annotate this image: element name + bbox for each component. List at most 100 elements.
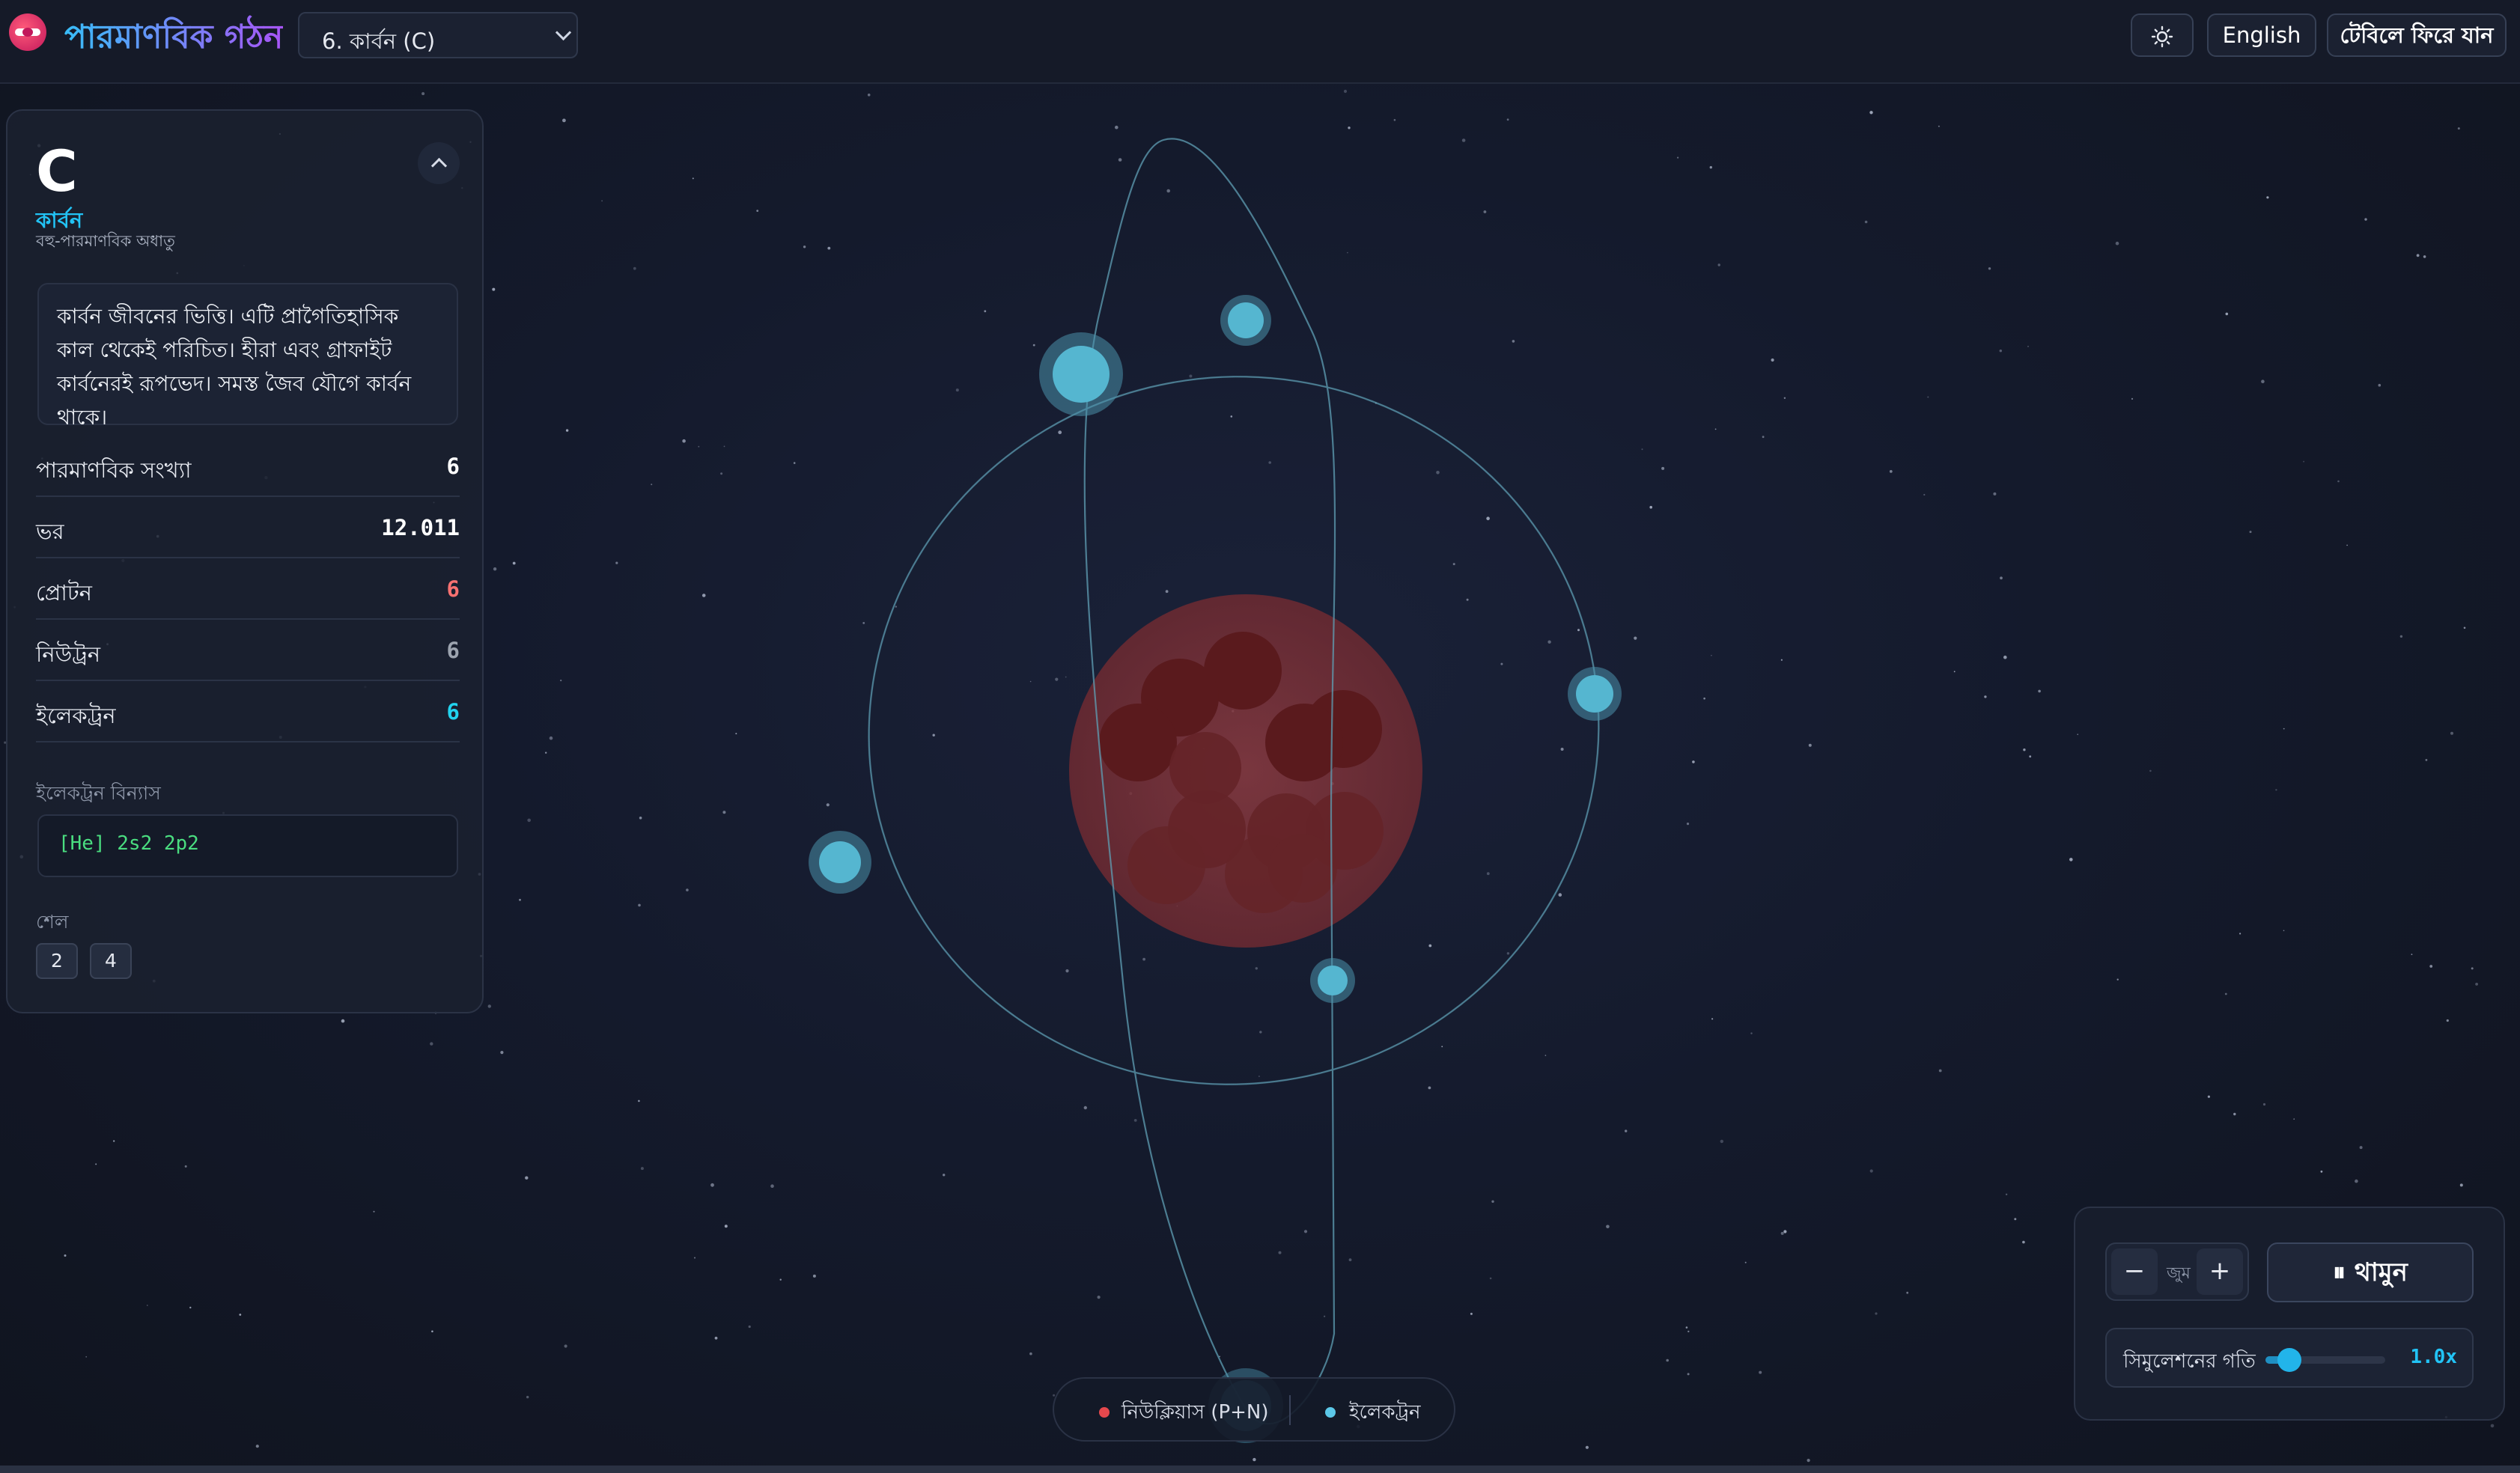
star bbox=[2457, 127, 2460, 130]
star bbox=[1687, 1373, 1690, 1376]
back-to-table-button[interactable]: টেবিলে ফিরে যান bbox=[2327, 13, 2507, 57]
star bbox=[1889, 470, 1893, 473]
star bbox=[2283, 728, 2285, 730]
star bbox=[64, 1254, 67, 1257]
star bbox=[638, 1100, 640, 1103]
electron-config-value: [He] 2s2 2p2 bbox=[37, 814, 458, 877]
zoom-label: জুম bbox=[2167, 1264, 2191, 1283]
electron-config-label: ইলেকট্রন বিন্যাস bbox=[36, 782, 161, 804]
star bbox=[565, 429, 569, 432]
star bbox=[1512, 340, 1515, 343]
star bbox=[1142, 957, 1145, 961]
property-row-atomic-number: পারমাণবিক সংখ্যা 6 bbox=[36, 437, 460, 497]
zoom-in-button[interactable]: + bbox=[2197, 1248, 2243, 1295]
element-category: বহু-পারমাণবিক অধাতু bbox=[36, 232, 175, 250]
star bbox=[2225, 312, 2229, 316]
property-value: 6 bbox=[446, 454, 460, 479]
property-row-electrons: ইলেকট্রন 6 bbox=[36, 683, 460, 742]
star bbox=[1097, 1296, 1101, 1299]
star bbox=[1506, 118, 1509, 121]
nucleus bbox=[1069, 594, 1422, 948]
element-select-value: 6. কার্বন (C) bbox=[322, 28, 436, 54]
star bbox=[487, 1004, 491, 1008]
property-row-neutrons: নিউট্রন 6 bbox=[36, 621, 460, 681]
star bbox=[545, 751, 547, 754]
star bbox=[2233, 1112, 2236, 1116]
star bbox=[1461, 138, 1466, 142]
star bbox=[147, 1305, 148, 1306]
star bbox=[1324, 1315, 1326, 1317]
star bbox=[710, 1183, 714, 1187]
star bbox=[85, 1355, 88, 1358]
electron bbox=[809, 831, 871, 894]
star bbox=[827, 246, 831, 250]
element-select[interactable]: 6. কার্বন (C) bbox=[298, 12, 578, 58]
star bbox=[1687, 1330, 1690, 1333]
star bbox=[895, 606, 898, 608]
property-label: পারমাণবিক সংখ্যা bbox=[36, 457, 192, 483]
speed-control: সিমুলেশনের গতি 1.0x bbox=[2105, 1328, 2474, 1388]
star bbox=[2429, 965, 2433, 968]
electron bbox=[1310, 958, 1355, 1003]
zoom-out-button[interactable]: − bbox=[2111, 1248, 2158, 1295]
star bbox=[724, 1225, 728, 1228]
star bbox=[640, 1167, 644, 1171]
star bbox=[651, 484, 653, 486]
star bbox=[1938, 125, 1940, 127]
star bbox=[1988, 267, 1991, 270]
star bbox=[2023, 748, 2026, 751]
star bbox=[1278, 1251, 1282, 1254]
star bbox=[2283, 930, 2285, 932]
star bbox=[2355, 1179, 2358, 1183]
collapse-panel-button[interactable] bbox=[418, 142, 460, 184]
speed-slider[interactable] bbox=[2265, 1348, 2385, 1372]
speed-slider-handle[interactable] bbox=[2277, 1348, 2301, 1372]
star bbox=[1869, 1169, 1873, 1173]
speed-label: সিমুলেশনের গতি bbox=[2123, 1350, 2256, 1373]
star bbox=[1864, 220, 1868, 224]
star bbox=[1807, 1459, 1810, 1463]
property-label: ইলেকট্রন bbox=[36, 703, 116, 728]
star bbox=[984, 310, 987, 313]
star bbox=[2425, 759, 2428, 761]
property-row-mass: ভর 12.011 bbox=[36, 498, 460, 558]
star bbox=[1058, 430, 1062, 435]
star bbox=[826, 803, 830, 807]
star bbox=[2022, 1240, 2025, 1244]
star bbox=[867, 94, 871, 97]
star bbox=[95, 1163, 97, 1165]
star bbox=[1065, 969, 1069, 973]
star bbox=[2490, 1424, 2495, 1428]
star bbox=[779, 1278, 782, 1281]
star bbox=[735, 733, 737, 735]
pause-button[interactable]: ⏸ থামুন bbox=[2267, 1242, 2474, 1302]
star bbox=[1923, 493, 1926, 496]
star bbox=[1720, 1139, 1723, 1144]
star bbox=[239, 1314, 242, 1316]
star bbox=[1714, 428, 1717, 430]
star bbox=[2249, 531, 2252, 534]
star bbox=[1055, 677, 1059, 681]
star bbox=[1230, 415, 1233, 418]
star bbox=[1466, 598, 1469, 601]
star bbox=[1268, 461, 1271, 464]
star bbox=[373, 1210, 375, 1213]
star bbox=[1253, 1457, 1256, 1462]
simulation-controls: − জুম + ⏸ থামুন সিমুলেশনের গতি 1.0x bbox=[2074, 1207, 2505, 1421]
electron-dot-icon bbox=[1325, 1407, 1336, 1418]
star bbox=[770, 1184, 774, 1188]
star bbox=[2475, 983, 2479, 986]
star bbox=[1661, 466, 1665, 470]
star bbox=[2450, 731, 2453, 735]
star bbox=[526, 1395, 529, 1399]
star bbox=[720, 472, 723, 475]
star bbox=[1744, 1261, 1747, 1263]
language-button[interactable]: English bbox=[2207, 13, 2316, 57]
star bbox=[812, 1274, 816, 1278]
element-description: কার্বন জীবনের ভিত্তি। এটি প্রাগৈতিহাসিক … bbox=[37, 283, 458, 430]
star bbox=[1771, 358, 1774, 362]
star bbox=[2320, 1170, 2323, 1173]
star bbox=[1709, 165, 1712, 169]
theme-toggle-button[interactable] bbox=[2131, 13, 2194, 57]
star bbox=[2446, 1019, 2449, 1022]
